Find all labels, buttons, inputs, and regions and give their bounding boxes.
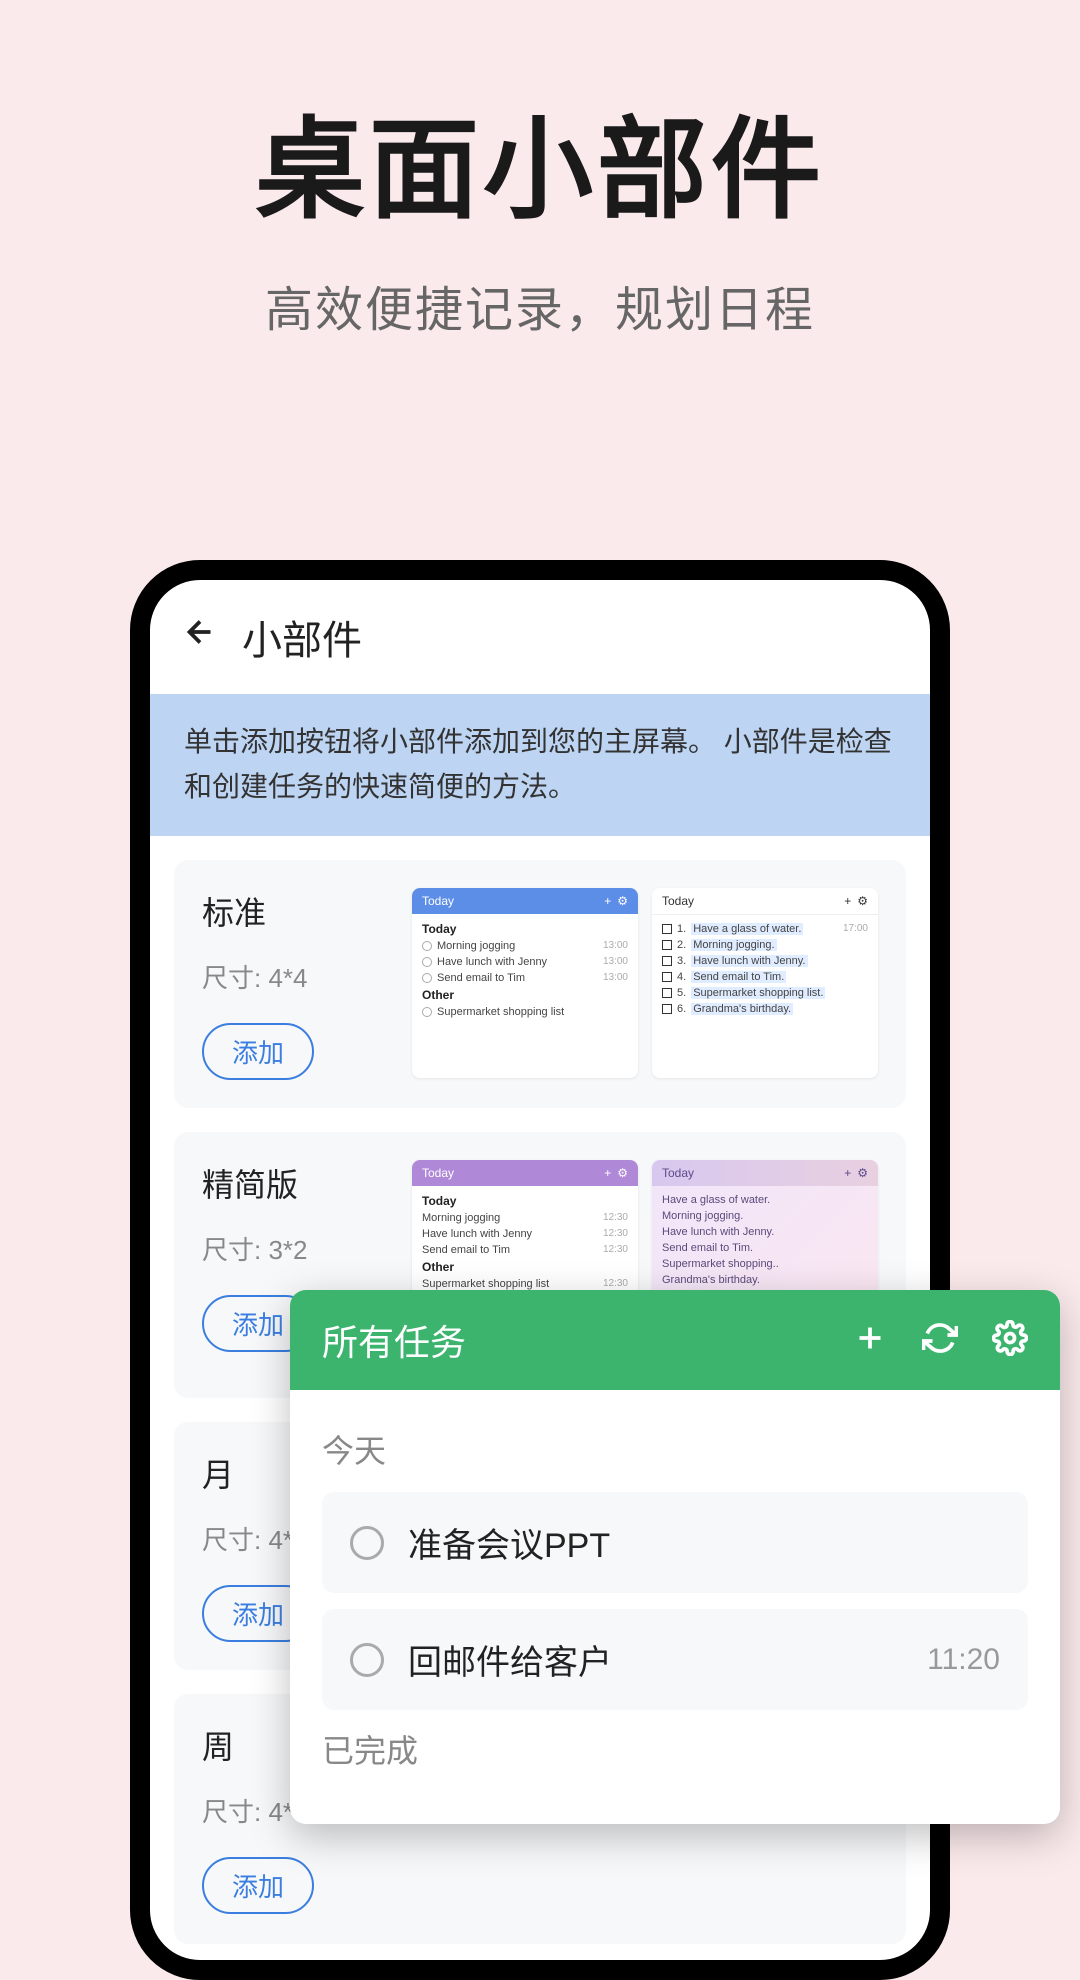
widget-size: 尺寸: 4*4 (202, 958, 392, 995)
task-time: 11:20 (927, 1643, 1000, 1677)
gear-icon: ⚙ (617, 1166, 628, 1180)
gear-icon: ⚙ (857, 894, 868, 908)
task-text: 回邮件给客户 (408, 1635, 903, 1684)
widget-name: 精简版 (202, 1160, 392, 1206)
float-section-today: 今天 (322, 1426, 1028, 1472)
radio-icon[interactable] (350, 1526, 384, 1560)
widget-preview: Today+⚙ 1.Have a glass of water.17:00 2.… (652, 888, 878, 1078)
hero-title: 桌面小部件 (0, 80, 1080, 240)
float-header: 所有任务 (290, 1290, 1060, 1390)
widget-name: 标准 (202, 888, 392, 934)
add-button[interactable]: 添加 (202, 1023, 314, 1080)
task-item[interactable]: 准备会议PPT (322, 1492, 1028, 1593)
task-text: 准备会议PPT (408, 1518, 1000, 1567)
gear-icon: ⚙ (857, 1166, 868, 1180)
widget-size: 尺寸: 3*2 (202, 1230, 392, 1267)
widget-preview: Today+⚙ Today Morning jogging13:00 Have … (412, 888, 638, 1078)
info-banner: 单击添加按钮将小部件添加到您的主屏幕。 小部件是检查和创建任务的快速简便的方法。 (150, 694, 930, 836)
float-title: 所有任务 (322, 1314, 466, 1366)
gear-icon[interactable] (992, 1320, 1028, 1361)
plus-icon: + (844, 1166, 851, 1180)
widget-card-standard: 标准 尺寸: 4*4 添加 Today+⚙ Today Morning jogg… (174, 860, 906, 1108)
floating-widget: 所有任务 今天 准备会议PPT 回邮件给客户 11:20 已完成 (290, 1290, 1060, 1824)
app-header: 小部件 (150, 580, 930, 694)
gear-icon: ⚙ (617, 894, 628, 908)
page-title: 小部件 (242, 608, 362, 666)
add-button[interactable]: 添加 (202, 1857, 314, 1914)
plus-icon: + (604, 1166, 611, 1180)
plus-icon[interactable] (852, 1320, 888, 1361)
task-item[interactable]: 回邮件给客户 11:20 (322, 1609, 1028, 1710)
back-icon[interactable] (182, 614, 218, 660)
plus-icon: + (604, 894, 611, 908)
float-section-done: 已完成 (322, 1726, 1028, 1772)
radio-icon[interactable] (350, 1643, 384, 1677)
plus-icon: + (844, 894, 851, 908)
refresh-icon[interactable] (922, 1320, 958, 1361)
hero-subtitle: 高效便捷记录，规划日程 (0, 270, 1080, 340)
